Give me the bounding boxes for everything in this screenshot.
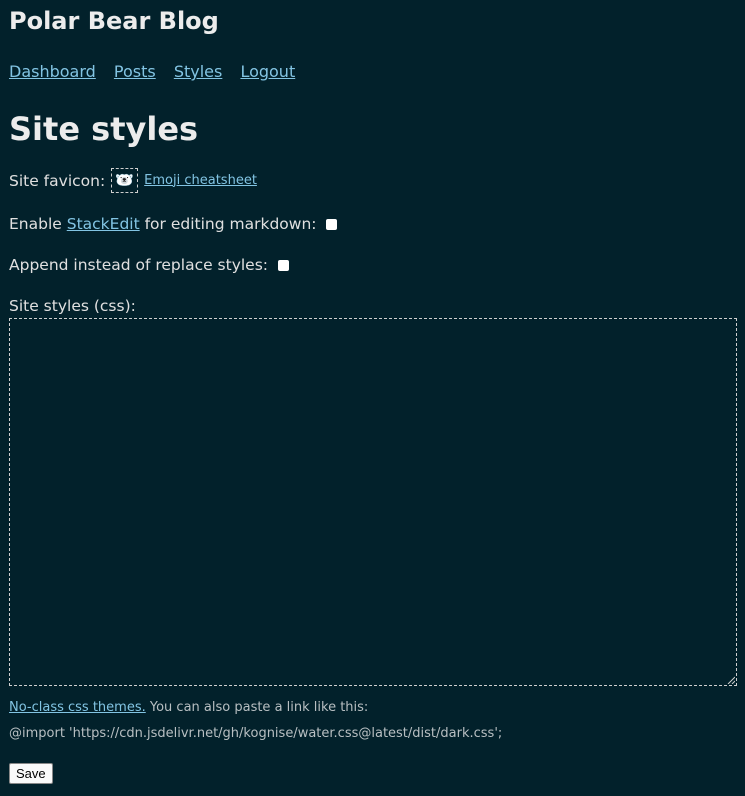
nav-posts[interactable]: Posts xyxy=(114,62,156,81)
stackedit-link[interactable]: StackEdit xyxy=(67,214,140,234)
favicon-label: Site favicon: xyxy=(9,171,106,190)
site-title: Polar Bear Blog xyxy=(9,7,219,35)
stackedit-suffix: for editing markdown: xyxy=(139,215,317,233)
stackedit-checkbox[interactable] xyxy=(326,218,338,230)
append-label: Append instead of replace styles: xyxy=(9,256,269,274)
main-nav: Dashboard Posts Styles Logout xyxy=(9,62,736,82)
themes-hint: No-class css themes. You can also paste … xyxy=(9,699,736,716)
save-button[interactable]: Save xyxy=(9,763,53,784)
nav-logout[interactable]: Logout xyxy=(240,62,295,81)
page: Polar Bear Blog Dashboard Posts Styles L… xyxy=(0,0,745,784)
emoji-cheatsheet-link[interactable]: Emoji cheatsheet xyxy=(144,171,257,191)
append-checkbox[interactable] xyxy=(278,259,290,271)
favicon-input[interactable]: 🐻‍❄️ xyxy=(111,168,139,193)
css-label: Site styles (css): xyxy=(9,297,136,315)
append-row: Append instead of replace styles: xyxy=(9,255,736,275)
favicon-row: Site favicon: 🐻‍❄️ Emoji cheatsheet xyxy=(9,168,736,193)
resize-grip-icon[interactable] xyxy=(727,676,735,684)
stackedit-row: Enable StackEdit for editing markdown: xyxy=(9,214,736,234)
page-title: Site styles xyxy=(9,110,199,148)
no-class-themes-link[interactable]: No-class css themes. xyxy=(9,700,146,715)
nav-styles[interactable]: Styles xyxy=(174,62,223,81)
import-example: @import 'https://cdn.jsdelivr.net/gh/kog… xyxy=(9,726,503,741)
stackedit-prefix: Enable xyxy=(9,215,67,233)
hint-text: You can also paste a link like this: xyxy=(145,700,369,715)
css-textarea[interactable] xyxy=(9,318,737,686)
nav-dashboard[interactable]: Dashboard xyxy=(9,62,96,81)
